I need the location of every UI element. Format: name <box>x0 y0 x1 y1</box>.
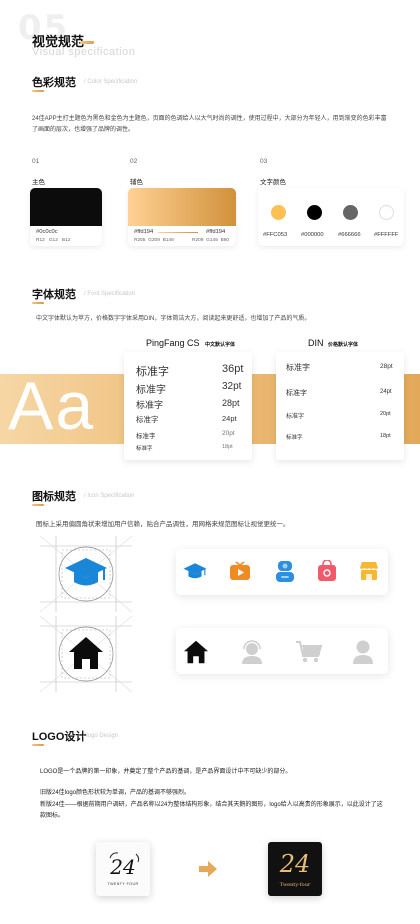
font-sample: 标准字 <box>286 390 307 397</box>
color-group-number: 02 <box>130 158 138 165</box>
color-dot-black <box>307 205 322 220</box>
shopping-bag-icon[interactable] <box>317 560 337 582</box>
secondary-rgb-end: R209 G145 B60 <box>192 238 230 243</box>
secondary-color-card: #ffd194 #ffd194 R255 G209 B148 R209 G145… <box>128 188 236 246</box>
color-section-description: 24佳APP主打主题色为黑色和金色为主题色，页面的色调给人以大气时尚的调性，使用… <box>32 116 387 133</box>
font-size-label: 24pt <box>380 389 392 395</box>
icon-section-description: 图标上采用偏圆角状来增加用户信赖，贴合产品调性，用网格来规范图标让视觉更统一。 <box>36 521 290 528</box>
color-dot-white <box>379 205 394 220</box>
gradient-arrow-line <box>158 232 198 233</box>
color-section-title: 色彩规范 <box>32 77 76 89</box>
font-size-label: 36pt <box>222 363 244 375</box>
font-size-label: 18pt <box>222 444 233 450</box>
font-size-label: 32pt <box>222 381 242 392</box>
primary-rgb: R12 G12 B12 <box>36 238 71 243</box>
user-icon[interactable] <box>352 639 374 665</box>
color-section-subtitle: / Color Specification <box>84 79 138 85</box>
old-logo: 24 TWENTY·FOUR <box>96 842 150 896</box>
shop-icon[interactable] <box>358 561 380 581</box>
font-sample: 标准字 <box>286 363 310 372</box>
color-group-number: 01 <box>32 158 40 165</box>
font-sample: 标准字 <box>136 433 156 440</box>
din-font-tag: 价格默认字体 <box>328 342 359 348</box>
text-color-hex: #000000 <box>301 232 324 238</box>
color-group-label: 辅色 <box>130 179 143 186</box>
text-color-hex: #666666 <box>338 232 361 238</box>
font-sample: 标准字 <box>136 400 164 410</box>
font-sample: 标准字 <box>136 366 169 378</box>
contacts-icon[interactable] <box>275 560 295 583</box>
text-color-hex: #FFFFFF <box>374 232 399 238</box>
font-size-label: 24pt <box>222 414 237 423</box>
pingfang-sample-card: 标准字 36pt 标准字 32pt 标准字 28pt 标准字 24pt 标准字 … <box>124 352 252 460</box>
page-subtitle: Visual specification <box>32 46 136 58</box>
logo-old-text: 旧版24佳logo颜色形状较为单调，产品的基调不够强烈。 <box>40 790 191 796</box>
graduation-cap-icon <box>65 558 107 586</box>
pingfang-font-tag: 中文默认字体 <box>205 342 236 348</box>
primary-hex: #0c0c0c <box>36 229 58 235</box>
new-logo: 24 Twenty-four <box>268 842 322 896</box>
primary-color-card: #0c0c0c R12 G12 B12 <box>30 188 102 246</box>
color-dot-gray <box>343 205 358 220</box>
logo-section-title: LOGO设计 <box>32 731 87 743</box>
font-sample: 标准字 <box>286 435 303 441</box>
icon-section-bar <box>32 504 44 506</box>
secondary-rgb-start: R255 G209 B148 <box>134 238 174 243</box>
primary-swatch <box>30 188 102 226</box>
font-section-bar <box>32 302 44 304</box>
color-section-bar <box>32 90 44 92</box>
pingfang-font-name: PingFang CS <box>146 338 200 348</box>
font-size-label: 18pt <box>380 433 391 439</box>
new-logo-numeral: 24 <box>279 850 311 878</box>
color-group-number: 03 <box>260 158 268 165</box>
cart-icon[interactable] <box>295 640 323 664</box>
icon-section-title: 图标规范 <box>32 491 76 503</box>
font-section-subtitle: / Font Specification <box>84 291 136 297</box>
new-logo-wordmark: Twenty-four <box>279 882 311 888</box>
font-sample: 标准字 <box>136 415 159 424</box>
graduation-cap-icon[interactable] <box>183 562 207 582</box>
din-sample-card: 标准字 28pt 标准字 24pt 标准字 20pt 标准字 18pt <box>276 352 404 460</box>
arrow-right-icon <box>199 861 217 877</box>
font-sample: 标准字 <box>136 385 166 396</box>
font-size-label: 28pt <box>380 363 393 370</box>
color-dot-gold <box>271 205 286 220</box>
tv-icon[interactable] <box>229 561 251 582</box>
secondary-gradient-swatch <box>128 188 236 226</box>
font-big-sample: Aa <box>8 368 96 444</box>
font-section-description: 中文字体默认为苹方，价格数字字体采用DIN，字体简洁大方，阅读起来更舒适，也增加… <box>36 316 311 322</box>
icon-section-subtitle: / Icon Specification <box>84 493 135 499</box>
color-group-label: 主色 <box>32 179 45 186</box>
font-size-label: 20pt <box>380 411 391 417</box>
font-sample: 标准字 <box>136 446 153 452</box>
old-logo-numeral: 24 <box>110 855 136 879</box>
color-group-label: 文字颜色 <box>260 179 286 186</box>
old-logo-wordmark: TWENTY·FOUR <box>107 882 139 886</box>
title-accent-bar <box>80 41 94 44</box>
logo-intro-text: LOGO是一个品牌的第一印象，并奠定了整个产品的基调，是产品界面设计中不可缺少的… <box>40 769 292 775</box>
font-size-label: 28pt <box>222 398 240 408</box>
text-colors-card: #FFC053 #000000 #666666 #FFFFFF <box>258 188 404 246</box>
secondary-hex-end: #ffd194 <box>206 229 226 235</box>
secondary-hex-start: #ffd194 <box>134 229 154 235</box>
text-color-hex: #FFC053 <box>263 232 288 238</box>
font-size-label: 20pt <box>222 430 235 437</box>
font-sample: 标准字 <box>286 414 305 420</box>
logo-section-subtitle: / logo Design <box>83 733 119 739</box>
logo-section-bar <box>32 744 44 746</box>
home-icon <box>69 637 103 669</box>
din-font-name: DIN <box>308 338 324 348</box>
font-section-title: 字体规范 <box>32 289 76 301</box>
logo-new-text: 新版24佳——根据前期用户调研，产品名称以24为整体结构形象，结合其天鹅的图形，… <box>40 802 383 819</box>
home-icon[interactable] <box>183 640 209 664</box>
headset-user-icon[interactable] <box>239 639 265 665</box>
